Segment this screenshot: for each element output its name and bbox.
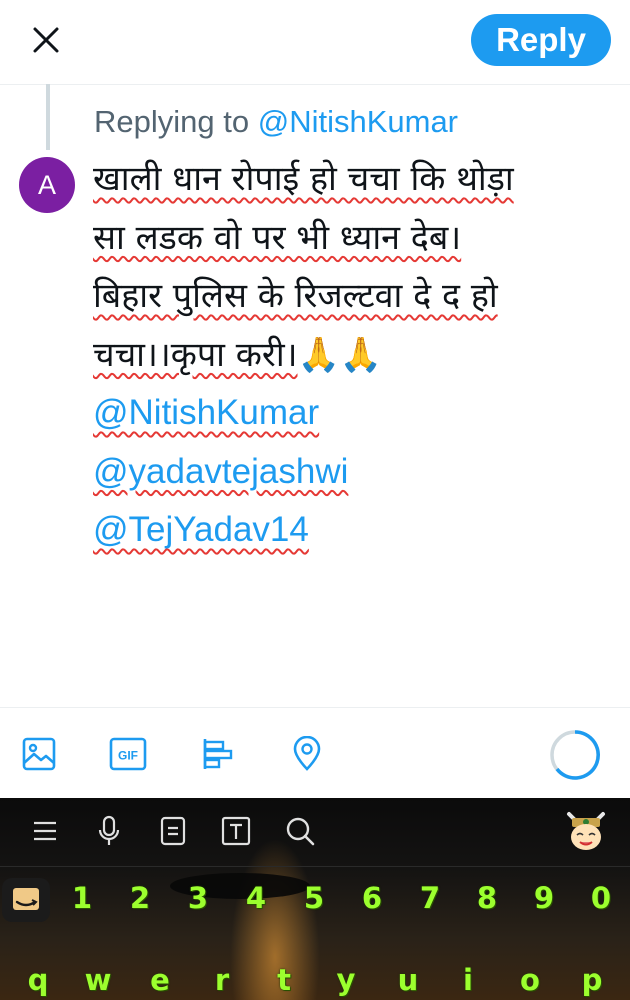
- tweet-text-line: खाली धान रोपाई हो चचा कि थोड़ा: [93, 150, 613, 209]
- amazon-app-icon[interactable]: [2, 878, 50, 922]
- tweet-text-segment: चचा।।कृपा करी।: [93, 334, 298, 375]
- key-8[interactable]: 8: [467, 878, 507, 918]
- character-progress-ring: [548, 728, 602, 782]
- microphone-icon[interactable]: [92, 814, 126, 848]
- gif-icon[interactable]: GIF: [108, 734, 148, 774]
- tweet-text-line: चचा।।कृपा करी।🙏🙏: [93, 326, 613, 385]
- key-i[interactable]: i: [448, 960, 488, 1000]
- location-icon[interactable]: [287, 734, 327, 774]
- mention-tejyadav14: @TejYadav14: [93, 510, 309, 549]
- mention-nitishkumar: @NitishKumar: [93, 393, 320, 432]
- key-u[interactable]: u: [388, 960, 428, 1000]
- key-4[interactable]: 4: [236, 878, 276, 918]
- text-format-icon[interactable]: [219, 814, 253, 848]
- key-3[interactable]: 3: [178, 878, 218, 918]
- close-icon[interactable]: [24, 18, 68, 62]
- tweet-text-line: बिहार पुलिस के रिजल्टवा दे द हो: [93, 267, 613, 326]
- image-icon[interactable]: [19, 734, 59, 774]
- key-e[interactable]: e: [140, 960, 180, 1000]
- key-y[interactable]: y: [326, 960, 366, 1000]
- gif-label: GIF: [118, 749, 138, 763]
- mention-yadavtejashwi: @yadavtejashwi: [93, 451, 349, 491]
- key-5[interactable]: 5: [294, 878, 334, 918]
- key-7[interactable]: 7: [410, 878, 450, 918]
- key-t[interactable]: t: [264, 960, 304, 1000]
- keyboard-toolbar: [0, 798, 630, 867]
- sticker-character-icon[interactable]: [563, 806, 609, 854]
- replying-to-handle[interactable]: @NitishKumar: [258, 104, 458, 139]
- tweet-text-line: सा लडक वो पर भी ध्यान देब।: [93, 209, 613, 268]
- key-q[interactable]: q: [18, 960, 58, 1000]
- replying-prefix: Replying to: [94, 104, 250, 139]
- key-9[interactable]: 9: [524, 878, 564, 918]
- reply-button[interactable]: Reply: [471, 14, 611, 66]
- key-o[interactable]: o: [510, 960, 550, 1000]
- soft-keyboard: 1 2 3 4 5 6 7 8 9 0 q w e r t y u i o p: [0, 798, 630, 1000]
- key-1[interactable]: 1: [62, 878, 102, 918]
- thread-connector-line: [46, 84, 50, 150]
- avatar[interactable]: A: [19, 157, 75, 213]
- key-6[interactable]: 6: [352, 878, 392, 918]
- key-p[interactable]: p: [572, 960, 612, 1000]
- key-w[interactable]: w: [78, 960, 118, 1000]
- compose-toolbar: GIF: [0, 707, 630, 799]
- tweet-text-line: @NitishKumar: [93, 384, 613, 443]
- key-r[interactable]: r: [202, 960, 242, 1000]
- search-icon[interactable]: [283, 814, 317, 848]
- tweet-text-segment: बिहार पुलिस के रिजल्टवा दे द हो: [93, 276, 498, 316]
- clipboard-icon[interactable]: [156, 814, 190, 848]
- tweet-text-segment: सा लडक वो पर भी ध्यान देब।: [93, 217, 462, 258]
- tweet-text-line: @TejYadav14: [93, 501, 613, 560]
- replying-to-label: Replying to @NitishKumar: [94, 104, 458, 140]
- folded-hands-emoji: 🙏🙏: [297, 334, 383, 375]
- tweet-text-line: @yadavtejashwi: [93, 443, 613, 502]
- tweet-text-input[interactable]: खाली धान रोपाई हो चचा कि थोड़ा सा लडक वो…: [93, 150, 613, 560]
- compose-header: Reply: [0, 0, 630, 85]
- poll-icon[interactable]: [198, 734, 238, 774]
- tweet-text-segment: खाली धान रोपाई हो चचा कि थोड़ा: [93, 159, 514, 199]
- key-0[interactable]: 0: [581, 878, 621, 918]
- key-2[interactable]: 2: [120, 878, 160, 918]
- menu-icon[interactable]: [28, 814, 62, 848]
